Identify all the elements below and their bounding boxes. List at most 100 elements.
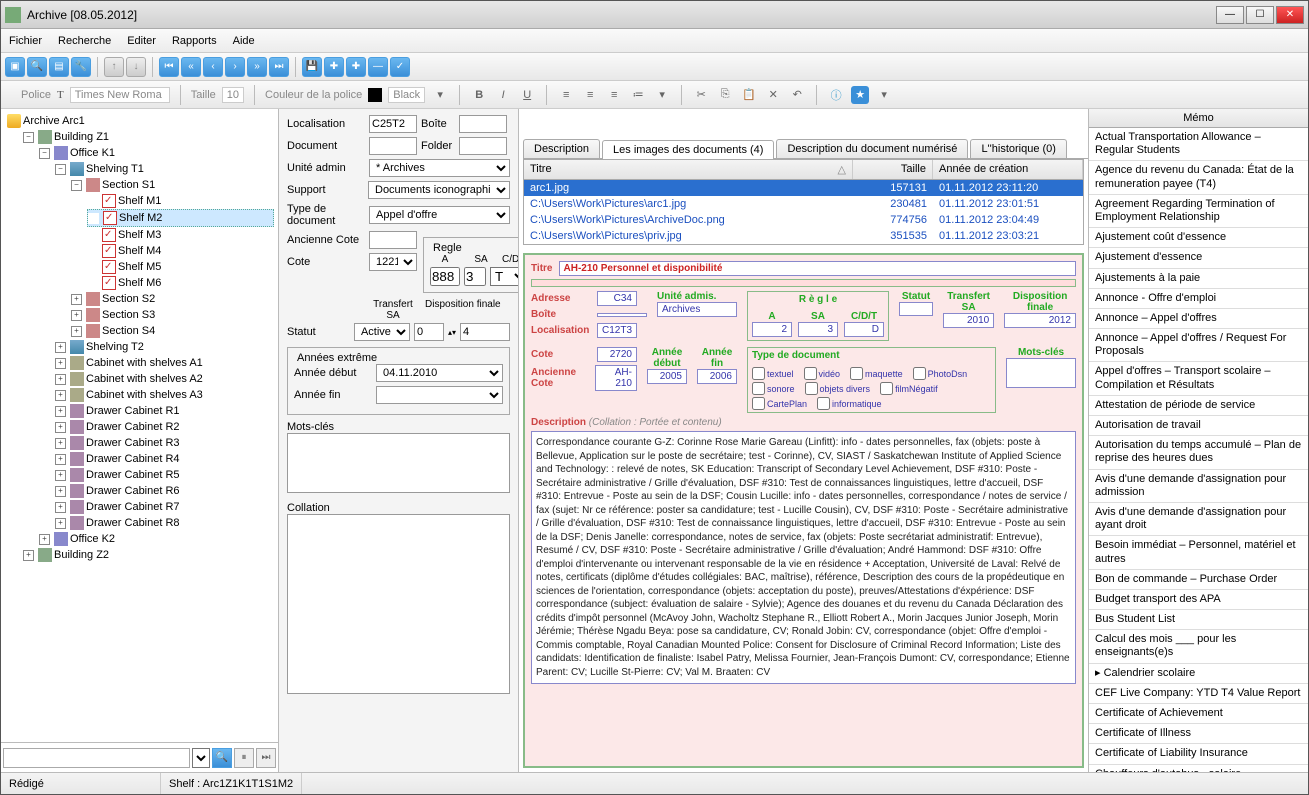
memo-item[interactable]: Avis d'une demande d'assignation pour ad…	[1089, 470, 1308, 503]
mots-textarea[interactable]	[287, 433, 510, 493]
undo-button[interactable]: ↶	[788, 86, 806, 104]
tree[interactable]: Archive Arc1 −Building Z1 −Office K1 −Sh…	[1, 109, 278, 742]
memo-item[interactable]: Actual Transportation Allowance – Regula…	[1089, 128, 1308, 161]
tree-search-input[interactable]	[3, 748, 190, 768]
table-row[interactable]: C:\Users\Work\Pictures\ArchiveDoc.png774…	[524, 212, 1083, 228]
tb-nextpg[interactable]: »	[247, 57, 267, 77]
fin-select[interactable]	[376, 386, 503, 404]
memo-item[interactable]: Ajustements à la paie	[1089, 269, 1308, 289]
hdr-taille[interactable]: Taille	[853, 160, 933, 179]
tb-prevpg[interactable]: «	[181, 57, 201, 77]
memo-item[interactable]: Certificate of Achievement	[1089, 704, 1308, 724]
memo-item[interactable]: Agence du revenu du Canada: État de la r…	[1089, 161, 1308, 194]
expand-icon[interactable]: −	[23, 132, 34, 143]
table-row[interactable]: arc1.jpg15713101.11.2012 23:11:20	[524, 180, 1083, 196]
bold-button[interactable]: B	[470, 86, 488, 104]
cancel-button[interactable]: ✕	[764, 86, 782, 104]
memo-item[interactable]: Bus Student List	[1089, 610, 1308, 630]
memo-item[interactable]: Autorisation du temps accumulé – Plan de…	[1089, 436, 1308, 469]
hdr-annee[interactable]: Année de création	[933, 160, 1083, 179]
menu-aide[interactable]: Aide	[233, 35, 255, 47]
memo-item[interactable]: Calendrier scolaire	[1089, 664, 1308, 684]
type-select[interactable]: Appel d'offre	[369, 206, 510, 224]
underline-button[interactable]: U	[518, 86, 536, 104]
memo-item[interactable]: Annonce – Appel d'offres / Request For P…	[1089, 329, 1308, 362]
memo-item[interactable]: Annonce - Offre d'emploi	[1089, 289, 1308, 309]
regle-cdt[interactable]: T	[490, 267, 519, 286]
memo-item[interactable]: Ajustement d'essence	[1089, 248, 1308, 268]
table-row[interactable]: C:\Users\Work\Pictures\priv.jpg35153501.…	[524, 228, 1083, 244]
color-select[interactable]: Black	[388, 87, 425, 103]
tb-check[interactable]: ✓	[390, 57, 410, 77]
chk-vidéo[interactable]: vidéo	[804, 367, 841, 380]
cut-button[interactable]: ✂	[692, 86, 710, 104]
table-row[interactable]: C:\Users\Work\Pictures\arc1.jpg23048101.…	[524, 196, 1083, 212]
transfert-input[interactable]	[414, 323, 444, 341]
minimize-button[interactable]: —	[1216, 6, 1244, 24]
boite-input[interactable]	[459, 115, 507, 133]
regle-sa[interactable]	[464, 267, 486, 286]
tb-next[interactable]: ›	[225, 57, 245, 77]
tb-save[interactable]: 💾	[302, 57, 322, 77]
color-dd[interactable]: ▾	[431, 86, 449, 104]
tab-description[interactable]: Description	[523, 139, 600, 158]
size-select[interactable]: 10	[222, 87, 244, 103]
loc-input[interactable]	[369, 115, 417, 133]
close-button[interactable]: ✕	[1276, 6, 1304, 24]
tree-nav1[interactable]: ⏸	[234, 748, 254, 768]
anc-input[interactable]	[369, 231, 417, 249]
star-button[interactable]: ★	[851, 86, 869, 104]
cote-select[interactable]: 1221	[369, 253, 417, 271]
tb-down[interactable]: ↓	[126, 57, 146, 77]
memo-item[interactable]: Agreement Regarding Termination of Emplo…	[1089, 195, 1308, 228]
tb-tool[interactable]: 🔧	[71, 57, 91, 77]
bullets[interactable]: ≔	[629, 86, 647, 104]
font-select[interactable]: Times New Roma	[70, 87, 170, 103]
regle-a[interactable]	[430, 267, 460, 286]
tb-first[interactable]: ⏮	[159, 57, 179, 77]
memo-item[interactable]: Autorisation de travail	[1089, 416, 1308, 436]
memo-item[interactable]: Avis d'une demande d'assignation pour ay…	[1089, 503, 1308, 536]
align-center[interactable]: ≡	[581, 86, 599, 104]
tb-del[interactable]: —	[368, 57, 388, 77]
tb-new[interactable]: ▣	[5, 57, 25, 77]
maximize-button[interactable]: ☐	[1246, 6, 1274, 24]
menu-rapports[interactable]: Rapports	[172, 35, 217, 47]
tab-history[interactable]: L''historique (0)	[970, 139, 1067, 158]
spinner-icon[interactable]: ▴▾	[448, 328, 456, 337]
memo-item[interactable]: Appel d'offres – Transport scolaire – Co…	[1089, 362, 1308, 395]
menu-editer[interactable]: Editer	[127, 35, 156, 47]
memo-item[interactable]: Ajustement coût d'essence	[1089, 228, 1308, 248]
tb-add2[interactable]: ✚	[346, 57, 366, 77]
memo-item[interactable]: Annonce – Appel d'offres	[1089, 309, 1308, 329]
align-dd[interactable]: ▾	[653, 86, 671, 104]
memo-item[interactable]: Budget transport des APA	[1089, 590, 1308, 610]
memo-item[interactable]: Bon de commande – Purchase Order	[1089, 570, 1308, 590]
support-select[interactable]: Documents iconographi	[368, 181, 510, 199]
memo-item[interactable]: Calcul des mois ___ pour les enseignants…	[1089, 630, 1308, 663]
tab-images[interactable]: Les images des documents (4)	[602, 140, 774, 159]
collation-textarea[interactable]	[287, 514, 510, 694]
memo-list[interactable]: Actual Transportation Allowance – Regula…	[1089, 128, 1308, 772]
chk-textuel[interactable]: textuel	[752, 367, 794, 380]
tab-scan[interactable]: Description du document numérisé	[776, 139, 968, 158]
chk-sonore[interactable]: sonore	[752, 382, 795, 395]
tree-nav2[interactable]: ⏭	[256, 748, 276, 768]
chk-CartePlan[interactable]: CartePlan	[752, 397, 807, 410]
tree-search-btn[interactable]: 🔍	[212, 748, 232, 768]
italic-button[interactable]: I	[494, 86, 512, 104]
chk-filmNégatif[interactable]: filmNégatif	[880, 382, 938, 395]
chk-PhotoDsn[interactable]: PhotoDsn	[913, 367, 968, 380]
memo-item[interactable]: Certificate of Liability Insurance	[1089, 744, 1308, 764]
menu-fichier[interactable]: Fichier	[9, 35, 42, 47]
hdr-titre[interactable]: Titre △	[524, 160, 853, 179]
align-right[interactable]: ≡	[605, 86, 623, 104]
star-dd[interactable]: ▾	[875, 86, 893, 104]
doc-input[interactable]	[369, 137, 417, 155]
align-left[interactable]: ≡	[557, 86, 575, 104]
disp-input[interactable]	[460, 323, 510, 341]
unit-select[interactable]: * Archives	[369, 159, 510, 177]
memo-item[interactable]: CEF Live Company: YTD T4 Value Report	[1089, 684, 1308, 704]
tb-search[interactable]: 🔍	[27, 57, 47, 77]
tree-search-select[interactable]	[192, 748, 210, 768]
